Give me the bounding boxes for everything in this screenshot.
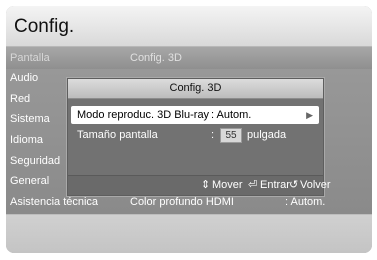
menu-item-pantalla[interactable]: Pantalla [10, 49, 50, 67]
menu-item-sistema[interactable]: Sistema [10, 110, 50, 128]
tv-screen: Config. Pantalla Config. 3D Audio Red Si… [6, 6, 372, 253]
popup-body: Modo reproduc. 3D Blu-ray : Autom. ▶ Tam… [68, 99, 323, 175]
footer-bar [6, 214, 372, 253]
hint-back: Volver [300, 179, 331, 191]
option-label: Modo reproduc. 3D Blu-ray [77, 109, 210, 121]
screen-size-unit: pulgada [247, 129, 287, 141]
menu-item-idioma[interactable]: Idioma [10, 131, 43, 149]
menu-item-red[interactable]: Red [10, 90, 30, 108]
option-separator: : [211, 129, 215, 141]
hint-move: Mover [212, 179, 243, 191]
option-label: Tamaño pantalla [77, 129, 158, 141]
chevron-right-icon: ▶ [306, 110, 313, 120]
option-modo-3d-bluray[interactable]: Modo reproduc. 3D Blu-ray : Autom. ▶ [71, 106, 319, 124]
option-value: : Autom. [211, 109, 252, 121]
menu-item-audio[interactable]: Audio [10, 69, 38, 87]
return-icon: ↺ [289, 179, 299, 191]
submenu-item-config-3d[interactable]: Config. 3D [130, 49, 182, 67]
page-title: Config. [14, 16, 75, 37]
popup-title: Config. 3D [68, 79, 323, 99]
menu-item-general[interactable]: General [10, 172, 49, 190]
popup-hints: ⇕ Mover ⏎ Entrar ↺ Volver [68, 175, 331, 195]
enter-icon: ⏎ [248, 179, 258, 191]
header: Config. [6, 6, 372, 47]
hint-enter: Entrar [260, 179, 290, 191]
screen-size-field[interactable]: 55 [220, 128, 242, 143]
option-tamano-pantalla[interactable]: Tamaño pantalla : 55 pulgada [71, 126, 319, 144]
up-down-icon: ⇕ [201, 179, 211, 191]
config-3d-popup: Config. 3D Modo reproduc. 3D Blu-ray : A… [67, 78, 331, 196]
menu-item-seguridad[interactable]: Seguridad [10, 152, 60, 170]
selected-row-highlight [6, 47, 372, 69]
